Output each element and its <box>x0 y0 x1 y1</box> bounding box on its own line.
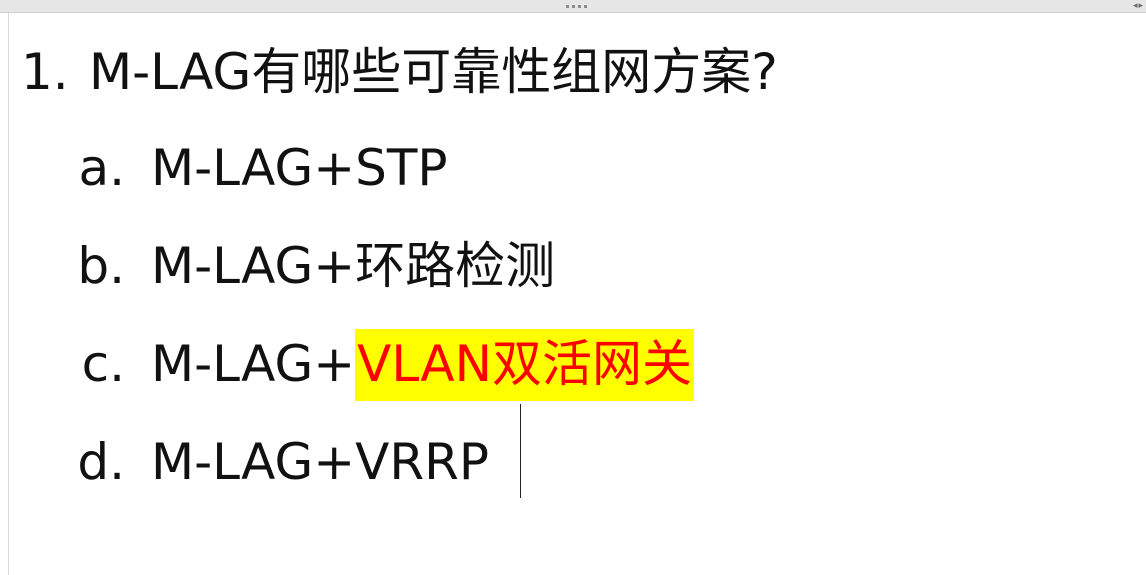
option-text: M-LAG+VLAN双活网关 <box>151 329 694 401</box>
option-text: M-LAG+环路检测 <box>151 237 556 295</box>
option-text: M-LAG+STP <box>151 139 448 197</box>
question-text: M-LAG有哪些可靠性组网方案? <box>89 43 778 101</box>
option-marker: d. <box>77 433 125 491</box>
question-number: 1. <box>21 43 69 101</box>
highlighted-answer: VLAN双活网关 <box>355 329 694 401</box>
option-marker: a. <box>78 139 125 197</box>
option-text-plain: M-LAG+ <box>151 335 356 393</box>
left-right-arrows-icon[interactable]: ◂▸ <box>1133 0 1144 12</box>
document-page[interactable]: 1. M-LAG有哪些可靠性组网方案? a. M-LAG+STP b. M-LA… <box>8 13 1146 575</box>
option-text: M-LAG+VRRP <box>151 433 489 491</box>
text-cursor <box>520 404 521 498</box>
option-marker: b. <box>77 237 125 295</box>
drag-grip-icon[interactable] <box>566 3 592 9</box>
option-marker: c. <box>81 335 125 393</box>
window-top-bar: ◂▸ <box>0 0 1146 13</box>
